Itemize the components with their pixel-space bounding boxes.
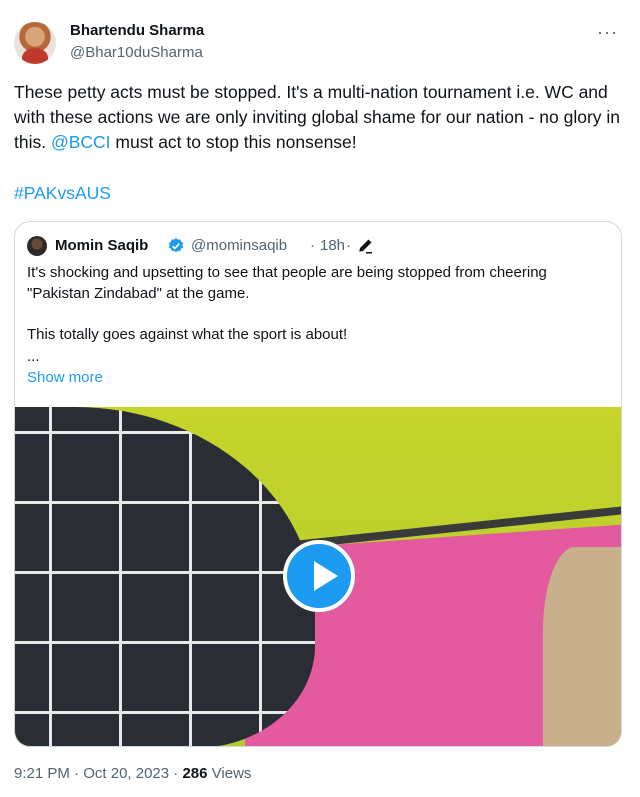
quoted-tweet[interactable]: Momin Saqib @mominsaqib · 18h · It's sho… (14, 221, 622, 747)
more-horizontal-icon[interactable]: ··· (597, 22, 618, 43)
author-name[interactable]: Bhartendu Sharma (70, 22, 204, 39)
video-player[interactable] (15, 407, 621, 746)
tweet-text-part2: must act to stop this nonsense! (110, 132, 357, 152)
quoted-time[interactable]: 18h (320, 237, 345, 254)
author-avatar[interactable] (14, 22, 56, 64)
quoted-author-handle[interactable]: @mominsaqib (191, 237, 287, 254)
views-label: Views (211, 765, 252, 782)
verified-badge-icon (168, 238, 184, 253)
tweet-time[interactable]: 9:21 PM (14, 765, 70, 782)
quoted-author-avatar[interactable] (27, 236, 47, 256)
edit-pencil-icon (359, 239, 372, 254)
author-handle[interactable]: @Bhar10duSharma (70, 44, 203, 61)
quoted-tweet-text: It's shocking and upsetting to see that … (27, 262, 612, 345)
show-more-link[interactable]: Show more (27, 369, 103, 386)
views-count: 286 (182, 765, 208, 782)
quoted-text-spacer (27, 304, 612, 324)
tweet-meta: 9:21 PM · Oct 20, 2023 · 286 Views (14, 765, 251, 782)
mention-link[interactable]: @BCCI (51, 132, 111, 152)
meta-separator: · (74, 765, 80, 782)
quoted-text-line1: It's shocking and upsetting to see that … (27, 264, 547, 302)
tweet-header: Bhartendu Sharma @Bhar10duSharma ··· (14, 18, 626, 66)
quoted-separator-2: · (346, 237, 351, 254)
meta-separator-2: · (173, 765, 179, 782)
tweet-date[interactable]: Oct 20, 2023 (83, 765, 169, 782)
hashtag-link[interactable]: #PAKvsAUS (14, 183, 111, 204)
quoted-author-name[interactable]: Momin Saqib (55, 237, 148, 254)
video-thumbnail-arm (543, 547, 621, 746)
quoted-separator: · (310, 237, 315, 254)
quoted-text-line2: This totally goes against what the sport… (27, 326, 348, 343)
quoted-text-ellipsis: ... (27, 348, 40, 365)
quoted-tweet-header: Momin Saqib @mominsaqib · 18h · (27, 235, 607, 257)
tweet-text: These petty acts must be stopped. It's a… (14, 80, 626, 155)
play-icon[interactable] (283, 540, 355, 612)
